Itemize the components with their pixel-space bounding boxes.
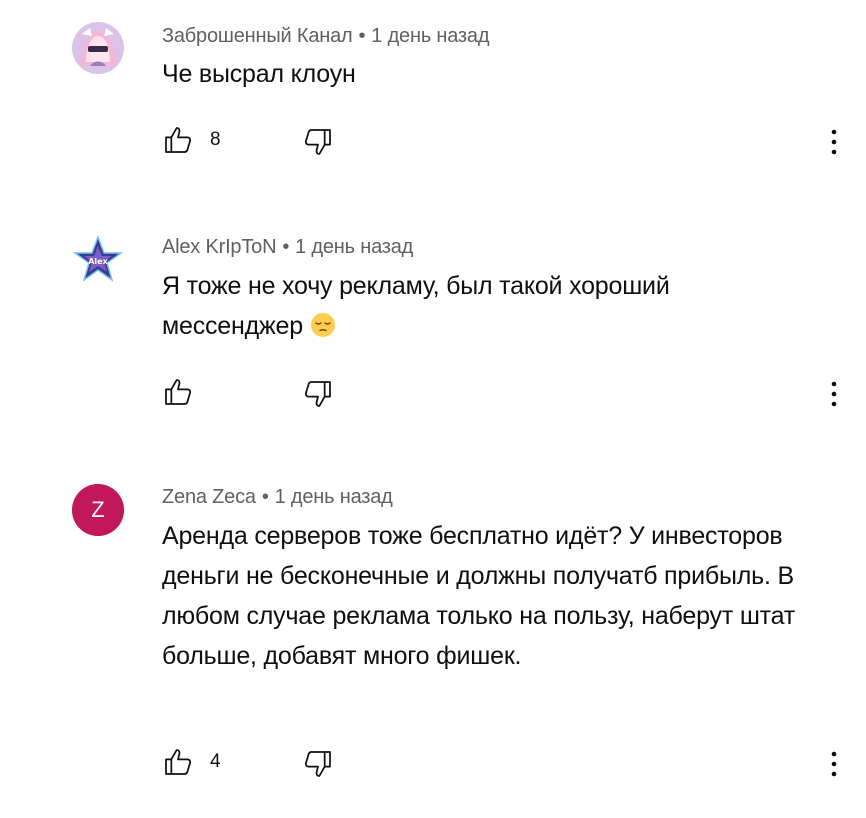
thumbs-up-icon	[165, 379, 192, 405]
vertical-dots-icon	[831, 751, 837, 777]
avatar[interactable]: Z	[72, 484, 124, 536]
svg-text:Alex: Alex	[88, 257, 108, 266]
comment-meta: Zena Zeca • 1 день назад	[162, 486, 393, 509]
anime-girl-avatar-icon	[72, 22, 124, 74]
thumbs-up-icon	[165, 749, 192, 775]
comment-meta: Alex KrIpToN • 1 день назад	[162, 236, 413, 259]
thumbs-down-icon	[304, 381, 331, 407]
like-button[interactable]	[162, 376, 198, 412]
comment-body: Аренда серверов тоже бесплатно идёт? У и…	[162, 522, 796, 670]
vertical-dots-icon	[831, 129, 837, 155]
comment-time[interactable]: 1 день назад	[295, 236, 413, 258]
like-count: 8	[210, 129, 221, 150]
author-name[interactable]: Zena Zeca	[162, 486, 256, 508]
thumbs-down-icon	[304, 751, 331, 777]
more-options-button[interactable]	[822, 746, 846, 782]
thumbs-down-icon	[304, 129, 331, 155]
comment-text: Аренда серверов тоже бесплатно идёт? У и…	[162, 516, 830, 676]
comment-actions: 8	[162, 124, 852, 160]
author-name[interactable]: Alex KrIpToN	[162, 236, 277, 258]
vertical-dots-icon	[831, 381, 837, 407]
thumbs-up-icon	[165, 127, 192, 153]
author-name[interactable]: Заброшенный Канал	[162, 25, 353, 47]
meta-separator: •	[358, 25, 366, 47]
comment-meta: Заброшенный Канал • 1 день назад	[162, 25, 490, 48]
comment-body: Че высрал клоун	[162, 60, 356, 88]
like-count: 4	[210, 751, 221, 772]
more-options-button[interactable]	[822, 376, 846, 412]
comment-time[interactable]: 1 день назад	[275, 486, 393, 508]
comment-text: Я тоже не хочу рекламу, был такой хороши…	[162, 266, 762, 350]
avatar-letter: Z	[91, 497, 105, 522]
like-button[interactable]	[162, 124, 198, 160]
dislike-button[interactable]	[302, 748, 338, 784]
more-options-button[interactable]	[822, 124, 846, 160]
comment-actions: 4	[162, 746, 852, 782]
like-button[interactable]	[162, 746, 198, 782]
dislike-button[interactable]	[302, 126, 338, 162]
pensive-face-emoji-icon	[310, 310, 336, 350]
comment-time[interactable]: 1 день назад	[371, 25, 489, 47]
star-avatar-icon: Alex	[72, 234, 124, 286]
comment-body: Я тоже не хочу рекламу, был такой хороши…	[162, 272, 670, 340]
meta-separator: •	[261, 486, 269, 508]
comment-actions	[162, 376, 852, 412]
avatar[interactable]	[72, 22, 124, 74]
comment-text: Че высрал клоун	[162, 54, 832, 94]
avatar[interactable]: Alex	[72, 234, 124, 286]
meta-separator: •	[282, 236, 290, 258]
dislike-button[interactable]	[302, 378, 338, 414]
